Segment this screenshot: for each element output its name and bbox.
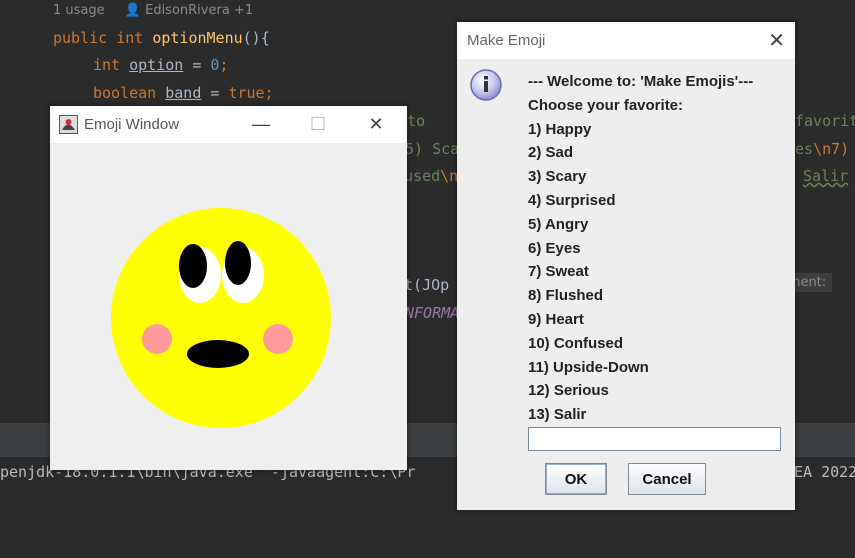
dialog-message-line: --- Welcome to: 'Make Emojis'--- (528, 73, 754, 90)
code-keyword: boolean (93, 84, 157, 102)
ok-button[interactable]: OK (545, 463, 607, 495)
code-fragment: es\n7) (795, 140, 849, 158)
emoji-window-titlebar[interactable]: Emoji Window — ☐ ✕ (50, 106, 407, 143)
usage-count: 1 usage (53, 3, 105, 18)
code-keyword: int (116, 29, 144, 47)
dialog-title: Make Emoji (467, 32, 546, 49)
code-line-1[interactable]: public int optionMenu(){ (53, 29, 270, 47)
dialog-titlebar[interactable]: Make Emoji ✕ (457, 22, 795, 59)
code-line-2[interactable]: int option = 0; (93, 56, 228, 74)
code-fragment: favorit (795, 112, 855, 130)
code-fragment: es (795, 140, 814, 158)
java-app-icon (59, 115, 78, 134)
dialog-option: 10) Confused (528, 334, 624, 352)
code-escape: \n7) (813, 140, 850, 158)
code-text: (){ (242, 29, 270, 47)
code-fragment: 5) Sca (405, 140, 460, 158)
code-escape: \n (440, 167, 459, 185)
dialog-close-button[interactable]: ✕ (768, 28, 785, 53)
info-icon (470, 69, 502, 101)
code-text: = (183, 56, 211, 74)
option-input[interactable] (528, 427, 781, 451)
maximize-button[interactable]: ☐ (305, 112, 331, 136)
make-emoji-dialog[interactable]: Make Emoji ✕ --- Welcome to: 'Make Emoji… (457, 22, 795, 510)
code-keyword: public (53, 29, 108, 47)
dialog-option: 3) Scary (528, 168, 587, 186)
emoji-window-title: Emoji Window (84, 116, 180, 133)
emoji-pupil-right (225, 241, 251, 285)
dialog-option: 13) Salir (528, 406, 587, 424)
dialog-option: 5) Angry (528, 215, 589, 233)
emoji-face (111, 208, 331, 428)
usage-hint[interactable]: 1 usage 👤 EdisonRivera +1 (53, 3, 253, 18)
dialog-message: --- Welcome to: 'Make Emojis'--- Choose … (528, 72, 753, 429)
code-keyword: int (93, 56, 121, 74)
code-fragment: Salir (803, 167, 849, 185)
code-method-name: optionMenu (152, 29, 243, 47)
emoji-cheek-right (263, 324, 293, 354)
dialog-option: 4) Surprised (528, 191, 616, 209)
code-line-3[interactable]: boolean band = true; (93, 84, 274, 102)
dialog-option: 11) Upside-Down (528, 358, 649, 376)
code-fragment: NFORMA (405, 304, 460, 322)
emoji-mouth (187, 340, 249, 368)
code-text: ; (219, 56, 229, 74)
dialog-message-line: Choose your favorite: (528, 96, 684, 114)
emoji-cheek-left (142, 324, 172, 354)
cancel-button[interactable]: Cancel (628, 463, 706, 495)
close-button[interactable]: ✕ (363, 112, 389, 136)
code-variable: band (165, 84, 202, 102)
console-output-tail: EA 2022 (794, 463, 855, 481)
minimize-button[interactable]: — (248, 112, 274, 136)
person-icon: 👤 (124, 3, 141, 18)
dialog-option: 6) Eyes (528, 239, 581, 257)
dialog-option: 9) Heart (528, 310, 584, 328)
code-variable: option (129, 56, 184, 74)
code-keyword: true (228, 84, 265, 102)
dialog-option: 1) Happy (528, 120, 592, 138)
code-text: ; (264, 84, 274, 102)
code-text: = (201, 84, 229, 102)
dialog-option: 2) Sad (528, 144, 574, 162)
dialog-option: 8) Flushed (528, 287, 604, 305)
author-hint: EdisonRivera +1 (145, 3, 254, 18)
emoji-pupil-left (179, 244, 207, 288)
emoji-window[interactable]: Emoji Window — ☐ ✕ (50, 106, 407, 470)
dialog-option: 12) Serious (528, 382, 609, 400)
dialog-option: 7) Sweat (528, 263, 589, 281)
emoji-canvas (111, 208, 331, 428)
